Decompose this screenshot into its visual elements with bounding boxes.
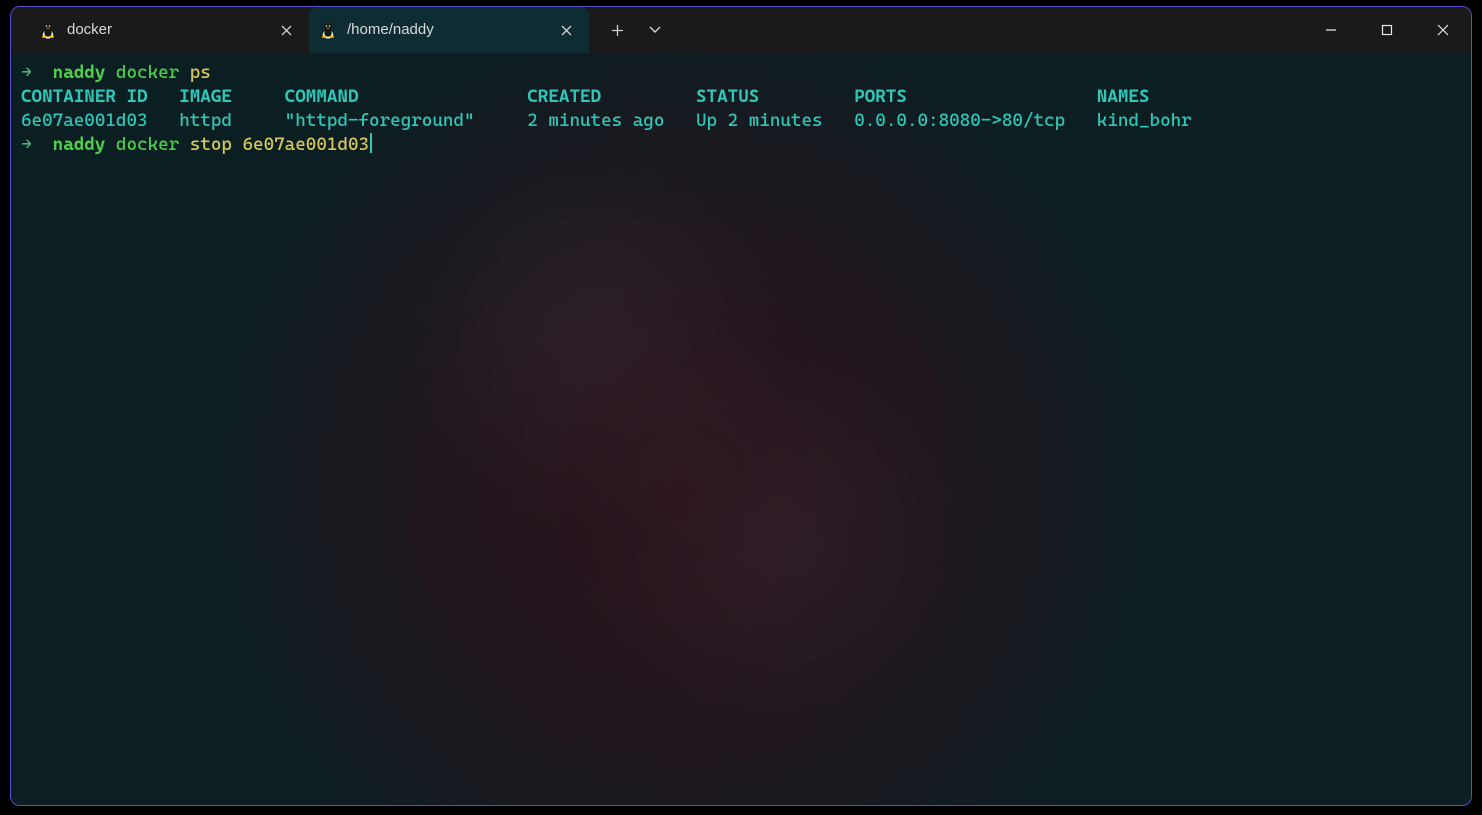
new-tab-button[interactable] xyxy=(599,12,635,48)
cell-command: "httpd-foreground" xyxy=(285,110,475,131)
table-header: CREATED xyxy=(527,86,601,107)
table-header: CONTAINER ID xyxy=(21,86,148,107)
minimize-button[interactable] xyxy=(1303,7,1359,53)
command-name: docker xyxy=(116,62,179,83)
table-header: COMMAND xyxy=(285,86,359,107)
cell-image: httpd xyxy=(179,110,232,131)
table-header: IMAGE xyxy=(179,86,232,107)
command-name: docker xyxy=(116,134,179,155)
close-icon[interactable] xyxy=(277,21,295,39)
close-icon[interactable] xyxy=(557,21,575,39)
terminal-window: docker xyxy=(10,6,1472,806)
tab-home-naddy[interactable]: /home/naddy xyxy=(309,7,589,53)
close-window-button[interactable] xyxy=(1415,7,1471,53)
table-header: PORTS xyxy=(854,86,907,107)
prompt-arrow: → xyxy=(21,62,32,83)
cell-container-id: 6e07ae001d03 xyxy=(21,110,148,131)
tab-strip: docker xyxy=(11,7,589,53)
cell-created: 2 minutes ago xyxy=(527,110,664,131)
window-controls xyxy=(1303,7,1471,53)
tab-docker[interactable]: docker xyxy=(29,7,309,53)
cell-names: kind_bohr xyxy=(1097,110,1192,131)
tux-icon xyxy=(319,21,337,39)
tab-dropdown-button[interactable] xyxy=(637,12,673,48)
prompt-user: naddy xyxy=(53,62,106,83)
terminal-output: → naddy docker ps CONTAINER ID IMAGE COM… xyxy=(21,61,1461,157)
tab-actions xyxy=(589,7,673,53)
table-header: NAMES xyxy=(1097,86,1150,107)
cell-ports: 0.0.0.0:8080->80/tcp xyxy=(854,110,1065,131)
command-arg: 6e07ae001d03 xyxy=(242,134,369,155)
cell-status: Up 2 minutes xyxy=(696,110,823,131)
command-arg: stop xyxy=(190,134,232,155)
tab-title: docker xyxy=(67,18,265,42)
prompt-arrow: → xyxy=(21,134,32,155)
maximize-button[interactable] xyxy=(1359,7,1415,53)
table-row: 6e07ae001d03 httpd "httpd-foreground" 2 … xyxy=(21,109,1461,133)
tab-title: /home/naddy xyxy=(347,18,545,42)
cursor xyxy=(370,133,372,153)
terminal-line: → naddy docker ps xyxy=(21,61,1461,85)
terminal-background xyxy=(11,53,1471,805)
prompt-user: naddy xyxy=(53,134,106,155)
tux-icon xyxy=(39,21,57,39)
table-header: STATUS xyxy=(696,86,759,107)
titlebar: docker xyxy=(11,7,1471,53)
table-header-row: CONTAINER ID IMAGE COMMAND CREATED STATU… xyxy=(21,85,1461,109)
command-arg: ps xyxy=(190,62,211,83)
terminal-line: → naddy docker stop 6e07ae001d03 xyxy=(21,133,1461,157)
terminal-area[interactable]: → naddy docker ps CONTAINER ID IMAGE COM… xyxy=(11,53,1471,805)
